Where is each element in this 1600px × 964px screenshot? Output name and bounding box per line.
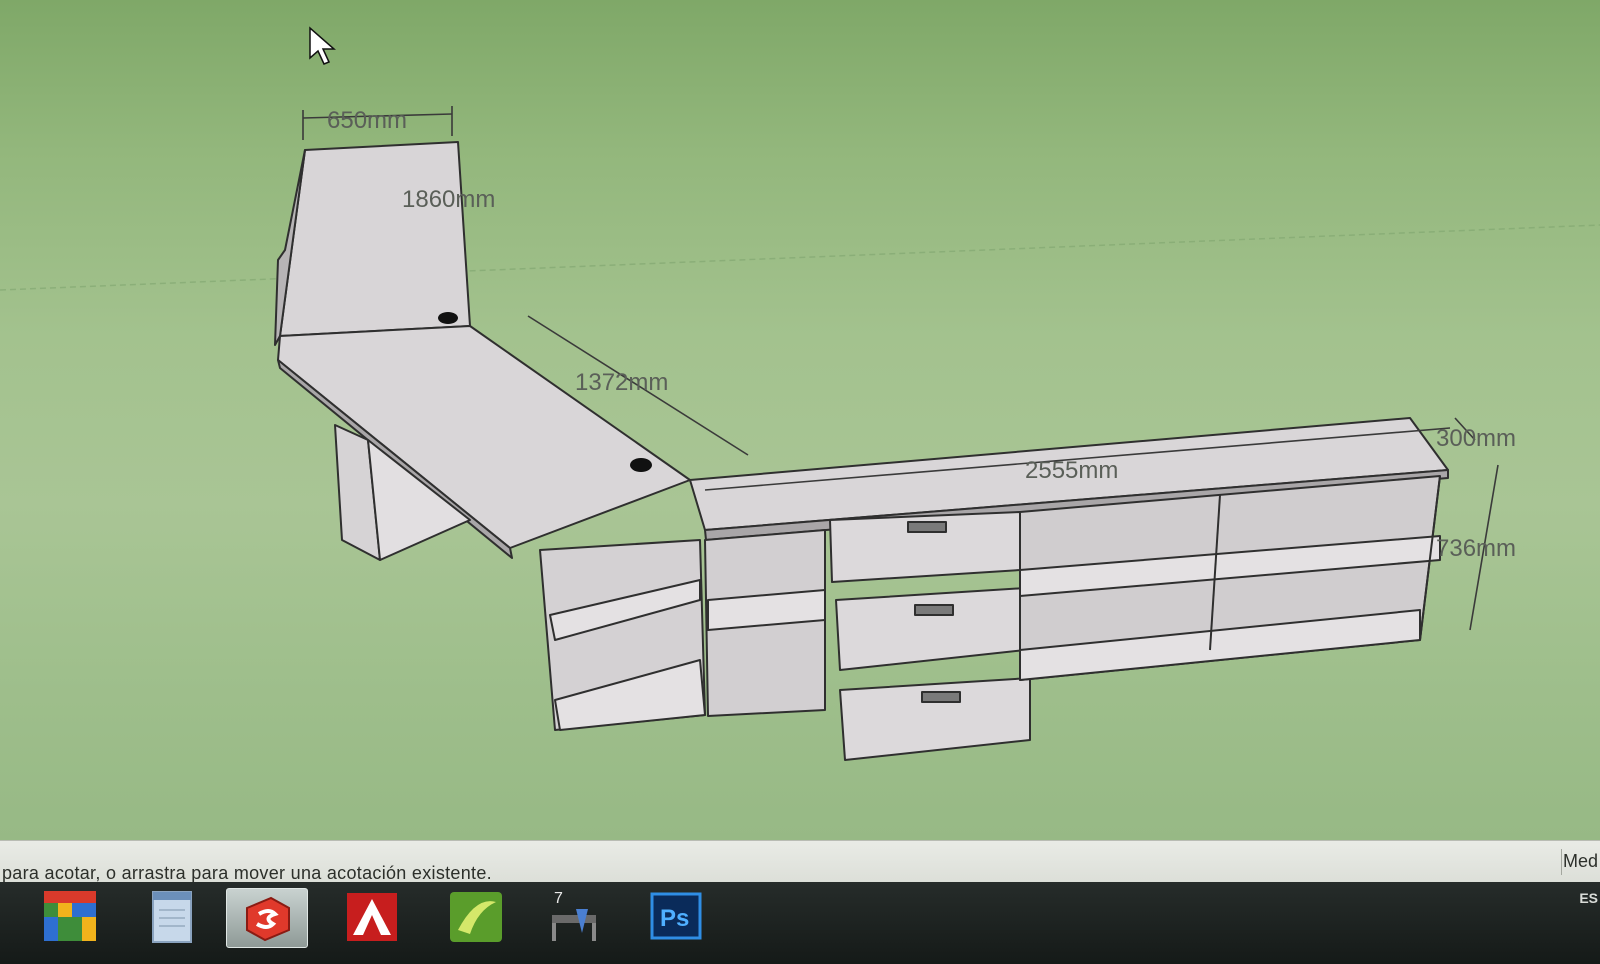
autocad-button[interactable] xyxy=(338,888,406,946)
dimension-1860mm[interactable]: 1860mm xyxy=(402,186,495,213)
windows-start-icon xyxy=(44,891,96,941)
start-button[interactable] xyxy=(36,888,104,946)
dimension-300mm[interactable]: 300mm xyxy=(1436,425,1516,452)
status-bar: para acotar, o arrastra para mover una a… xyxy=(0,840,1600,883)
cable-hole-top xyxy=(438,312,458,324)
dimension-1372mm[interactable]: 1372mm xyxy=(575,369,668,396)
coreldraw-icon xyxy=(450,892,502,942)
dimension-650mm[interactable]: 650mm xyxy=(327,107,407,134)
svg-text:7: 7 xyxy=(554,890,563,907)
cable-hole-mid xyxy=(630,458,652,472)
taskbar: 7 Ps ES xyxy=(0,882,1600,964)
dimension-2555mm[interactable]: 2555mm xyxy=(1025,457,1118,484)
drawer-bottom-handle xyxy=(921,691,961,703)
sketchup-icon xyxy=(246,896,290,942)
sketchup-button[interactable] xyxy=(226,888,308,948)
layout-button[interactable]: 7 xyxy=(540,888,608,946)
mouse-cursor-icon xyxy=(309,26,336,65)
drawer-middle[interactable] xyxy=(835,587,1026,671)
drawer-middle-handle xyxy=(914,604,954,616)
drawer-bottom[interactable] xyxy=(839,677,1031,761)
modeling-viewport[interactable]: 650mm 1860mm 1372mm 2555mm 300mm 736mm xyxy=(0,0,1600,840)
autocad-icon xyxy=(347,893,397,941)
svg-text:Ps: Ps xyxy=(660,905,689,932)
top-wing-surface[interactable] xyxy=(279,141,471,337)
photoshop-button[interactable]: Ps xyxy=(642,888,710,946)
photoshop-icon: Ps xyxy=(650,892,702,940)
drawer-top-handle xyxy=(907,521,947,533)
status-divider xyxy=(1561,849,1562,875)
status-text: para acotar, o arrastra para mover una a… xyxy=(2,863,492,883)
coreldraw-button[interactable] xyxy=(442,888,510,946)
green-axis-line xyxy=(0,224,1600,291)
measurements-label: Med xyxy=(1562,851,1598,871)
model-canvas[interactable]: 650mm 1860mm 1372mm 2555mm 300mm 736mm xyxy=(0,0,1600,840)
notepad-icon xyxy=(152,891,192,943)
desk-model[interactable] xyxy=(274,141,1449,761)
layout-icon: 7 xyxy=(552,890,596,941)
notepad-button[interactable] xyxy=(138,888,206,946)
dimension-736mm[interactable]: 736mm xyxy=(1436,535,1516,562)
language-indicator[interactable]: ES xyxy=(1579,890,1598,906)
